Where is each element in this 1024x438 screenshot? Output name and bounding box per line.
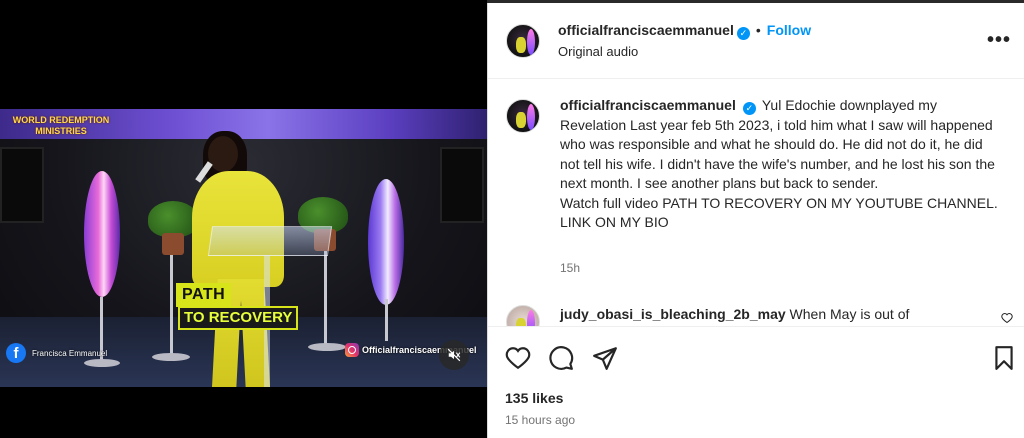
- instagram-icon: [345, 343, 359, 357]
- share-icon[interactable]: [592, 345, 618, 371]
- church-name-overlay: WORLD REDEMPTION MINISTRIES: [12, 115, 110, 136]
- likes-count[interactable]: 135 likes: [505, 390, 563, 406]
- lamp-pole-right: [385, 299, 388, 341]
- post-header: officialfranciscaemmanuel ✓ • Follow Origin…: [488, 3, 1024, 79]
- verified-icon: ✓: [736, 27, 750, 40]
- plant-stand-right: [324, 251, 327, 347]
- caption: officialfranciscaemmanuel ✓ Yul Edochie do…: [560, 96, 1000, 233]
- wall-screen-left: [0, 147, 44, 223]
- follow-button[interactable]: Follow: [767, 22, 811, 38]
- plant-left: [148, 201, 198, 237]
- header-username-row: officialfranciscaemmanuel ✓ • Follow: [558, 22, 811, 40]
- action-bar: 135 likes 15 hours ago: [488, 326, 1024, 438]
- plant-stand-base-right: [308, 343, 346, 351]
- floor-lamp-right: [368, 179, 404, 305]
- caption-time[interactable]: 15h: [560, 261, 580, 275]
- dot-separator: •: [755, 22, 761, 38]
- comment-username[interactable]: judy_obasi_is_bleaching_2b_may: [560, 306, 786, 322]
- comment-item: judy_obasi_is_bleaching_2b_may When May …: [560, 306, 909, 322]
- video-player[interactable]: WORLD REDEMPTION MINISTRIES PATH TO RECO…: [0, 109, 487, 387]
- heart-icon[interactable]: [505, 345, 531, 371]
- speaker-head: [208, 136, 238, 172]
- post-side-panel: officialfranciscaemmanuel ✓ • Follow Origin…: [487, 3, 1024, 438]
- verified-icon: ✓: [742, 102, 756, 115]
- audio-label[interactable]: Original audio: [558, 44, 638, 59]
- comment-icon[interactable]: [548, 345, 574, 371]
- pot-left: [162, 233, 184, 255]
- floor-lamp-left: [84, 171, 120, 297]
- comment-like-icon[interactable]: [1001, 312, 1013, 324]
- bookmark-icon[interactable]: [991, 345, 1017, 371]
- mute-icon: [447, 348, 461, 362]
- plant-stand-base-left: [152, 353, 190, 361]
- instagram-post-window: WORLD REDEMPTION MINISTRIES PATH TO RECO…: [0, 0, 1024, 438]
- caption-avatar[interactable]: [506, 99, 540, 133]
- recovery-title-tag: TO RECOVERY: [178, 306, 299, 330]
- mute-button[interactable]: [439, 340, 469, 370]
- media-area: WORLD REDEMPTION MINISTRIES PATH TO RECO…: [0, 0, 487, 438]
- facebook-watermark: f Francisca Emmanuel: [6, 343, 107, 363]
- wall-screen-right: [440, 147, 484, 223]
- header-username[interactable]: officialfranciscaemmanuel: [558, 22, 734, 38]
- recovery-title-text: TO RECOVERY: [180, 308, 297, 328]
- plant-stand-left: [170, 255, 173, 357]
- facebook-handle: Francisca Emmanuel: [32, 348, 108, 358]
- caption-text: Yul Edochie downplayed my Revelation Las…: [560, 97, 998, 230]
- comment-text: When May is out of: [789, 306, 910, 322]
- glass-podium: [207, 226, 333, 256]
- post-time[interactable]: 15 hours ago: [505, 413, 575, 427]
- facebook-icon: f: [6, 343, 26, 363]
- more-icon[interactable]: •••: [987, 29, 1011, 52]
- comments-section: officialfranciscaemmanuel ✓ Yul Edochie do…: [488, 80, 1024, 326]
- caption-username[interactable]: officialfranciscaemmanuel: [560, 97, 736, 113]
- comment-avatar[interactable]: [506, 305, 540, 326]
- path-title-tag: PATH: [176, 283, 232, 307]
- avatar[interactable]: [506, 24, 540, 58]
